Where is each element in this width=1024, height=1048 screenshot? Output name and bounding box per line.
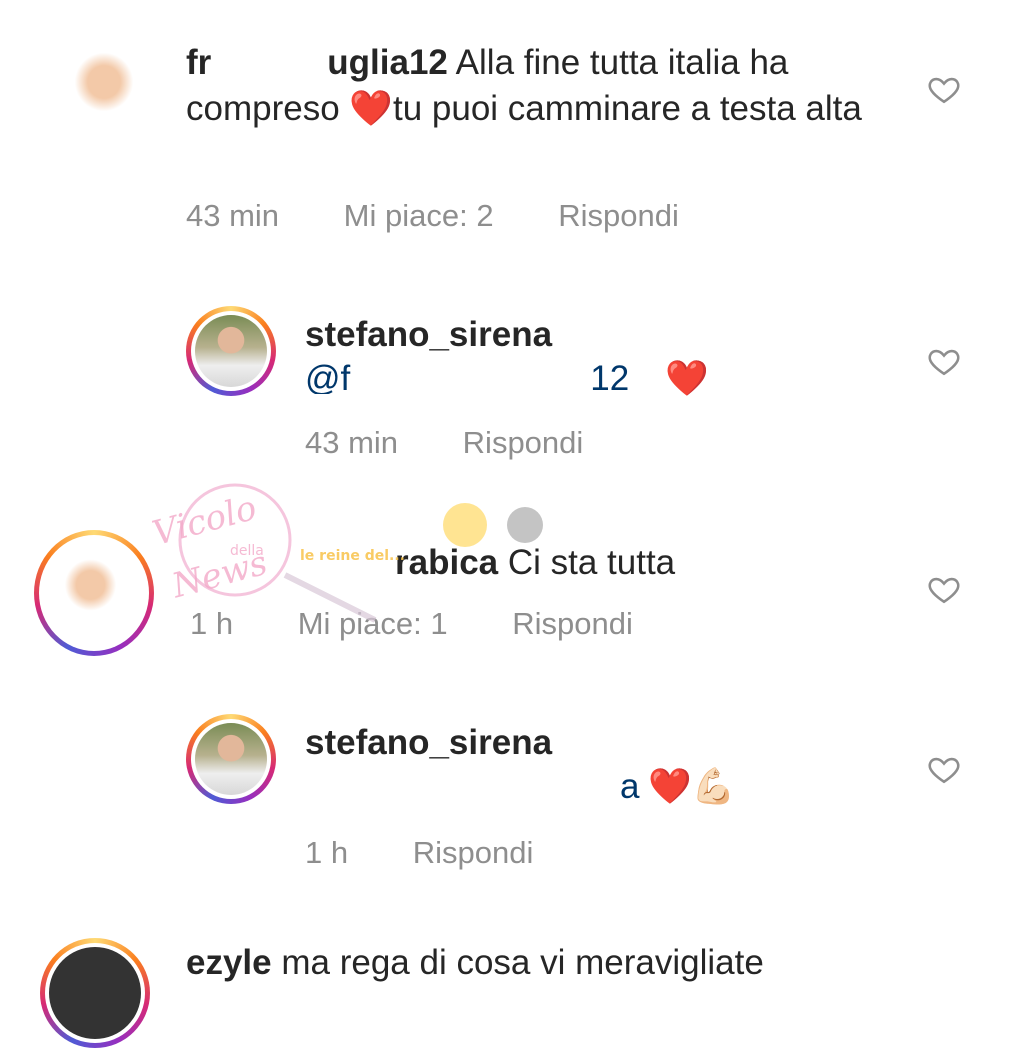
reply-mention[interactable]: a xyxy=(305,764,639,810)
comment-meta: 43 min Mi piace: 2 Rispondi xyxy=(186,198,735,234)
like-heart-icon[interactable] xyxy=(927,752,961,786)
username[interactable]: stefano_sirena xyxy=(305,315,552,354)
comment-time: 1 h xyxy=(190,606,234,641)
username[interactable]: ezyle xyxy=(186,943,272,982)
comment-body: ma rega di cosa vi meravigliate xyxy=(281,943,764,982)
comment-time: 43 min xyxy=(305,425,399,460)
reply-mention[interactable]: @f 12 xyxy=(305,356,629,394)
avatar[interactable] xyxy=(186,306,276,396)
avatar[interactable] xyxy=(58,40,156,138)
avatar-image xyxy=(59,557,129,627)
mention-tail: 12 xyxy=(590,359,630,394)
avatar-image xyxy=(49,947,141,1039)
reply-button[interactable]: Rispondi xyxy=(463,425,584,460)
comment-text: ezyle ma rega di cosa vi meravigliate xyxy=(186,940,986,986)
comment-text: rabica Ci sta tutta xyxy=(190,540,890,586)
like-heart-icon[interactable] xyxy=(927,72,961,106)
mention-tail: a xyxy=(620,767,640,806)
avatar-image xyxy=(195,723,267,795)
reply-button[interactable]: Rispondi xyxy=(413,835,534,870)
likes-count[interactable]: Mi piace: 2 xyxy=(344,198,494,233)
comment-meta: 43 min Rispondi xyxy=(305,425,639,461)
comment-meta: 1 h Mi piace: 1 Rispondi xyxy=(190,606,689,642)
comment-time: 1 h xyxy=(305,835,349,870)
comment-meta: 1 h Rispondi xyxy=(305,835,589,871)
reply-button[interactable]: Rispondi xyxy=(512,606,633,641)
heart-emoji: ❤️ xyxy=(665,359,709,398)
emoji: ❤️💪🏻 xyxy=(648,767,736,806)
avatar-image xyxy=(195,315,267,387)
comment-body-cont: tu puoi camminare a testa alta xyxy=(393,89,862,128)
comment-text: fr uglia12 Alla fine tutta italia ha comp… xyxy=(186,40,876,132)
like-heart-icon[interactable] xyxy=(927,572,961,606)
comment-body: Ci sta tutta xyxy=(507,543,676,582)
comment-text: stefano_sirena xyxy=(305,312,905,358)
heart-emoji: ❤️ xyxy=(349,89,393,128)
reply-button[interactable]: Rispondi xyxy=(558,198,679,233)
username[interactable]: fr xyxy=(186,43,211,82)
comment-time: 43 min xyxy=(186,198,280,233)
avatar-image xyxy=(68,50,148,130)
likes-count[interactable]: Mi piace: 1 xyxy=(298,606,448,641)
avatar[interactable] xyxy=(186,714,276,804)
avatar[interactable] xyxy=(40,938,150,1048)
username-suffix[interactable]: rabica xyxy=(395,543,498,582)
like-heart-icon[interactable] xyxy=(927,344,961,378)
avatar[interactable] xyxy=(34,530,154,656)
username-suffix[interactable]: uglia12 xyxy=(327,43,448,82)
mention-partial: @f xyxy=(305,359,351,394)
username[interactable]: stefano_sirena xyxy=(305,723,552,762)
comment-text: stefano_sirena xyxy=(305,720,905,766)
